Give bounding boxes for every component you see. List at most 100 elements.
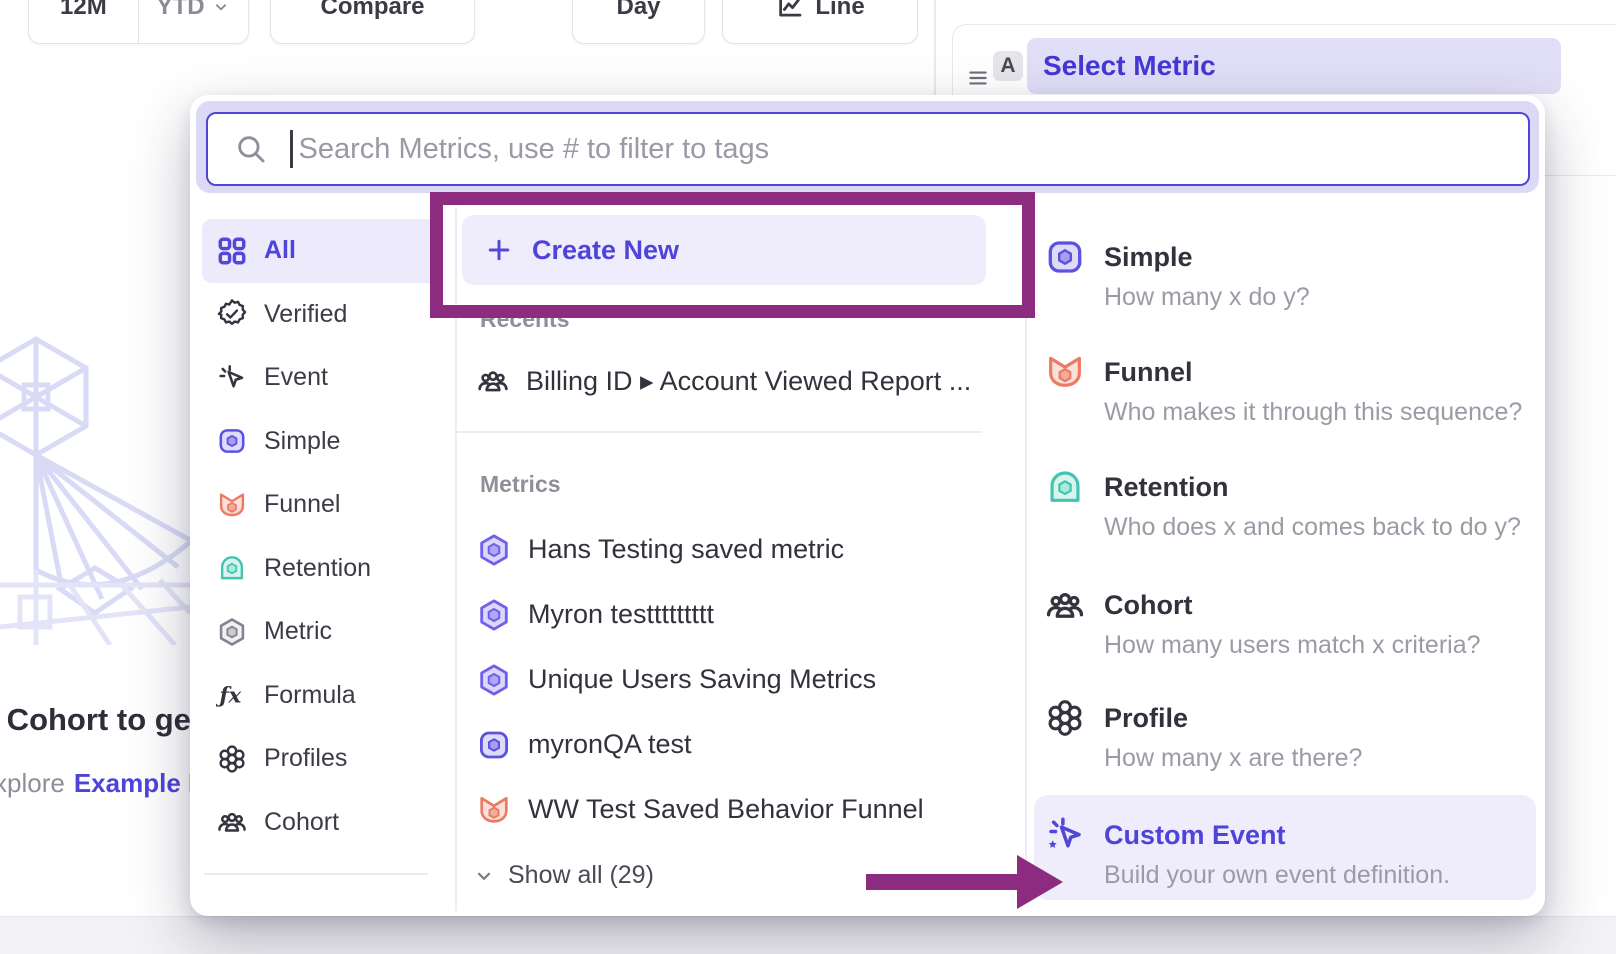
background-illustration bbox=[0, 335, 190, 645]
funnel-icon bbox=[1044, 351, 1086, 393]
compare-button[interactable]: Compare bbox=[270, 0, 475, 44]
background-explore-line: xplore Example R bbox=[0, 768, 207, 799]
sidebar-item-label: Formula bbox=[264, 681, 356, 710]
simple-metric-icon bbox=[476, 727, 512, 763]
saved-metrics-list: Hans Testing saved metric Myron testttttt… bbox=[476, 517, 1021, 842]
metric-item-label: Hans Testing saved metric bbox=[528, 534, 844, 565]
sidebar-item-event[interactable]: Event bbox=[202, 346, 442, 410]
drag-handle-icon[interactable] bbox=[965, 65, 991, 91]
category-sidebar: All Verified Event Simple Funnel Retention Met… bbox=[202, 219, 442, 854]
sidebar-item-label: Verified bbox=[264, 300, 347, 329]
metric-type-title: Simple bbox=[1104, 242, 1193, 273]
select-metric-button[interactable]: Select Metric bbox=[1027, 38, 1561, 94]
metric-item-label: WW Test Saved Behavior Funnel bbox=[528, 794, 924, 825]
profiles-icon bbox=[216, 743, 248, 775]
retention-icon bbox=[1044, 466, 1086, 508]
recent-item[interactable]: Billing ID ▸ Account Viewed Report ... bbox=[476, 356, 971, 406]
sidebar-item-verified[interactable]: Verified bbox=[202, 283, 442, 347]
background-headline-fragment: r Cohort to ge bbox=[0, 702, 191, 738]
sidebar-item-simple[interactable]: Simple bbox=[202, 410, 442, 474]
funnel-icon bbox=[476, 792, 512, 828]
custom-event-icon bbox=[1044, 814, 1086, 856]
sidebar-item-formula[interactable]: ƒx Formula bbox=[202, 664, 442, 728]
range-12m-label: 12M bbox=[60, 0, 107, 21]
sidebar-item-label: Funnel bbox=[264, 490, 340, 519]
metric-badge-icon bbox=[476, 532, 512, 568]
show-all-label: Show all (29) bbox=[508, 861, 654, 890]
metric-list-item[interactable]: WW Test Saved Behavior Funnel bbox=[476, 777, 1021, 842]
metric-type-retention[interactable]: Retention Who does x and comes back to do… bbox=[1044, 465, 1536, 542]
profiles-icon bbox=[1044, 697, 1086, 739]
metric-badge-icon bbox=[476, 597, 512, 633]
sidebar-item-metric[interactable]: Metric bbox=[202, 600, 442, 664]
range-ytd-label: YTD bbox=[157, 0, 205, 21]
metric-type-funnel[interactable]: Funnel Who makes it through this sequence… bbox=[1044, 350, 1536, 427]
sidebar-item-profiles[interactable]: Profiles bbox=[202, 727, 442, 791]
line-chart-icon bbox=[775, 0, 805, 22]
simple-metric-icon bbox=[1044, 236, 1086, 278]
metric-type-custom-event[interactable]: Custom Event Build your own event definit… bbox=[1044, 813, 1536, 890]
day-label: Day bbox=[616, 0, 660, 21]
series-a-badge: A bbox=[993, 51, 1023, 81]
line-label: Line bbox=[815, 0, 864, 21]
metric-type-header: Simple bbox=[1044, 235, 1536, 279]
metric-list-item[interactable]: Myron testtttttttt bbox=[476, 582, 1021, 647]
interval-day-button[interactable]: Day bbox=[572, 0, 705, 44]
sidebar-item-label: Event bbox=[264, 363, 328, 392]
metric-type-header: Profile bbox=[1044, 696, 1536, 740]
metric-type-description: How many users match x criteria? bbox=[1104, 631, 1536, 660]
metric-type-description: Build your own event definition. bbox=[1104, 861, 1536, 890]
example-reports-link[interactable]: Example R bbox=[74, 768, 207, 798]
page-footer-area bbox=[0, 916, 1616, 954]
metric-type-title: Retention bbox=[1104, 472, 1229, 503]
verified-badge-icon bbox=[216, 298, 248, 330]
metric-type-cohort[interactable]: Cohort How many users match x criteria? bbox=[1044, 583, 1536, 660]
cohort-icon bbox=[476, 364, 510, 398]
sidebar-item-t[interactable]: T bbox=[202, 901, 442, 916]
app-root: 12M YTD Compare Day Line r Cohort bbox=[0, 0, 1616, 954]
metric-type-description: Who does x and comes back to do y? bbox=[1104, 513, 1536, 542]
metric-type-description: How many x do y? bbox=[1104, 283, 1536, 312]
cohort-icon bbox=[216, 806, 248, 838]
compare-label: Compare bbox=[320, 0, 424, 21]
sidebar-item-label: Cohort bbox=[264, 808, 339, 837]
select-metric-label: Select Metric bbox=[1043, 50, 1216, 82]
chevron-down-icon bbox=[211, 0, 231, 17]
sidebar-item-label: Simple bbox=[264, 427, 340, 456]
metric-type-description: How many x are there? bbox=[1104, 744, 1536, 773]
annotation-arrow bbox=[866, 874, 1018, 890]
section-divider bbox=[455, 431, 982, 433]
metric-list-item[interactable]: Unique Users Saving Metrics bbox=[476, 647, 1021, 712]
date-range-control: 12M YTD bbox=[28, 0, 249, 44]
sidebar-item-label: Metric bbox=[264, 617, 332, 646]
chart-type-line-button[interactable]: Line bbox=[722, 0, 918, 44]
metric-type-description: Who makes it through this sequence? bbox=[1104, 398, 1536, 427]
metric-type-title: Cohort bbox=[1104, 590, 1192, 621]
metric-hexagon-icon bbox=[216, 616, 248, 648]
sidebar-item-cohort[interactable]: Cohort bbox=[202, 791, 442, 855]
range-ytd-button[interactable]: YTD bbox=[139, 0, 248, 43]
sidebar-partial-item: T bbox=[202, 901, 442, 916]
range-12m-button[interactable]: 12M bbox=[29, 0, 138, 43]
metric-type-header: Cohort bbox=[1044, 583, 1536, 627]
show-all-toggle[interactable]: Show all (29) bbox=[472, 861, 654, 890]
funnel-icon bbox=[216, 489, 248, 521]
sidebar-item-funnel[interactable]: Funnel bbox=[202, 473, 442, 537]
metric-list-item[interactable]: Hans Testing saved metric bbox=[476, 517, 1021, 582]
search-input[interactable]: Search Metrics, use # to filter to tags bbox=[206, 112, 1530, 186]
formula-icon: ƒx bbox=[216, 679, 248, 711]
metric-list-item[interactable]: myronQA test bbox=[476, 712, 1021, 777]
metric-type-profile[interactable]: Profile How many x are there? bbox=[1044, 696, 1536, 773]
search-icon bbox=[234, 132, 268, 166]
metric-item-label: myronQA test bbox=[528, 729, 692, 760]
sidebar-item-all[interactable]: All bbox=[202, 219, 442, 283]
metric-type-header: Funnel bbox=[1044, 350, 1536, 394]
sidebar-item-retention[interactable]: Retention bbox=[202, 537, 442, 601]
annotation-arrow-head bbox=[1017, 855, 1063, 909]
event-cursor-icon bbox=[216, 362, 248, 394]
metric-type-simple[interactable]: Simple How many x do y? bbox=[1044, 235, 1536, 312]
explore-text-fragment: xplore bbox=[0, 768, 65, 798]
metric-type-header: Custom Event bbox=[1044, 813, 1536, 857]
search-placeholder: Search Metrics, use # to filter to tags bbox=[299, 133, 770, 166]
metric-type-title: Funnel bbox=[1104, 357, 1193, 388]
